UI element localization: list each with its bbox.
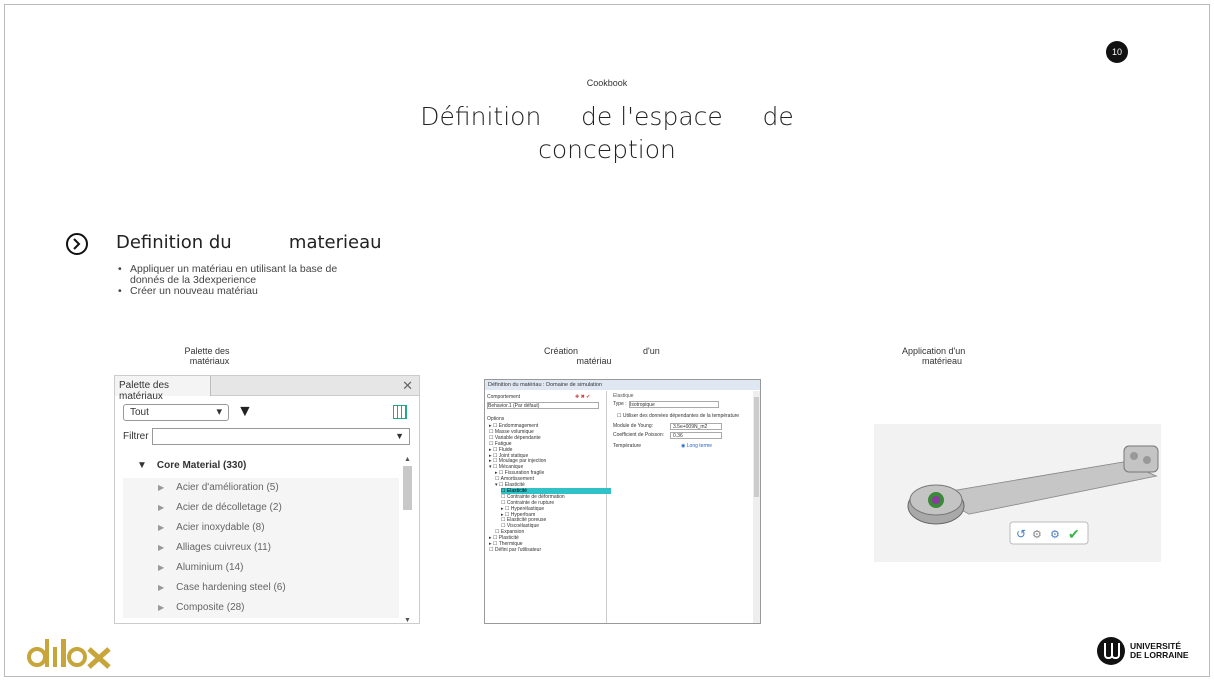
temp-dependent-label: Utiliser des données dépendantes de la t… [622, 413, 740, 419]
tree-item[interactable]: ▶ Aluminium (14) [123, 558, 399, 578]
tree-root[interactable]: ▼ Core Material (330) [123, 454, 399, 478]
poisson-input[interactable]: 0.36 [667, 432, 722, 439]
young-label: Module de Young: [613, 423, 654, 429]
ul-logo-text: UNIVERSITÉDE LORRAINE [1130, 641, 1189, 660]
logo-shape [53, 647, 57, 667]
tree-item[interactable]: ▶ Acier inoxydable (8) [123, 518, 399, 538]
filter-funnel-icon[interactable]: ▼ [237, 404, 253, 420]
add-delete-icons[interactable]: ✚ ✖ ✔ [575, 394, 590, 400]
slide-title: Définition de l'espace de conception [420, 102, 794, 164]
type-select[interactable]: Isotropique [629, 401, 719, 408]
tree-item[interactable]: ▶ Case hardening steel (6) [123, 578, 399, 598]
scroll-down-icon[interactable]: ▼ [404, 617, 411, 623]
tree-item-label: Acier d'amélioration (5) [176, 482, 279, 493]
tools-icon: ⚙ [1032, 529, 1042, 541]
bolt-hole [1130, 452, 1138, 460]
tree-item-label: Composite (28) [176, 602, 245, 613]
tree-item-label: Acier de décolletage (2) [176, 502, 282, 513]
ul-logo-line: DE LORRAINE [1130, 650, 1189, 660]
caption-creation: Création d'un matériau [544, 346, 660, 366]
ditex-logo [27, 639, 111, 669]
tree-item[interactable]: ▶ Composite (28) [123, 598, 399, 618]
caption-application: Application d'un matérieau [902, 346, 966, 366]
options-label: Options [487, 416, 505, 422]
part-hub-right [1123, 445, 1159, 473]
poisson-value: 0.36 [670, 432, 722, 439]
universite-lorraine-logo: UNIVERSITÉ DE LORRAINE [1097, 637, 1196, 665]
expand-right-icon[interactable]: ▶ [158, 523, 164, 532]
expand-right-icon[interactable]: ▶ [158, 483, 164, 492]
expand-right-icon[interactable]: ▶ [158, 583, 164, 592]
young-value: 3.5e+009N_m2 [670, 423, 722, 430]
temperature-label: Température [613, 443, 642, 449]
caption-palette: Palette des matériaux [184, 346, 230, 366]
type-label: Type : [613, 401, 627, 407]
dialog-right-pane: Elastique Type : Isotropique ☐ Utiliser … [611, 391, 760, 623]
logo-shape [61, 639, 66, 667]
elastique-label: Elastique [613, 393, 634, 399]
bullet-item: Créer un nouveau matériau [118, 286, 337, 298]
young-input[interactable]: 3.5e+009N_m2 [667, 423, 722, 430]
comportement-label: Comportement [487, 394, 521, 400]
expand-right-icon[interactable]: ▶ [158, 603, 164, 612]
dialog-scrollbar[interactable] [753, 391, 760, 623]
expand-right-icon[interactable]: ▶ [158, 563, 164, 572]
materials-palette: Palette des matériaux ✕ Tout ▼ Filtrer ▼… [114, 375, 420, 624]
ul-mark-icon [1097, 637, 1125, 665]
logo-shape [45, 639, 49, 667]
temp-dependent-checkbox[interactable]: ☐ Utiliser des données dépendantes de la… [617, 413, 739, 419]
close-icon[interactable]: ✕ [402, 378, 413, 394]
materials-tree: ▼ Core Material (330) ▶ Acier d'améliorati… [123, 454, 399, 618]
poisson-label: Coefficient de Poisson: [613, 432, 665, 438]
tree-item[interactable]: ▶ Acier d'amélioration (5) [123, 478, 399, 498]
expand-right-icon[interactable]: ▶ [158, 503, 164, 512]
section-title: Definition du materieau [116, 232, 382, 253]
palette-tab[interactable]: Palette des matériaux [115, 376, 211, 402]
category-select[interactable]: Tout [123, 404, 229, 421]
check-icon: ✔ [1068, 526, 1080, 542]
tree-item-label: Aluminium (14) [176, 562, 244, 573]
tree-item-label: Alliages cuivreux (11) [176, 542, 272, 553]
material-definition-dialog: Définition du matériau : Domaine de simu… [484, 379, 761, 624]
expand-right-icon[interactable]: ▶ [158, 543, 164, 552]
tree-item[interactable]: ▶ Alliages cuivreux (11) [123, 538, 399, 558]
bullet-list: Appliquer un matériau en utilisant la ba… [118, 264, 337, 298]
filter-input[interactable] [152, 428, 410, 445]
tree-item-label: Acier inoxydable (8) [176, 522, 265, 533]
application-screenshot: ↺ ⚙ ⚙ ✔ [874, 424, 1161, 562]
tree-item[interactable]: ▶ Acier de décolletage (2) [123, 498, 399, 518]
long-term-radio[interactable]: ◉ Long terme [681, 443, 712, 449]
dialog-title: Définition du matériau : Domaine de simu… [485, 380, 760, 390]
filter-label: Filtrer [123, 431, 149, 442]
expand-down-icon[interactable]: ▼ [137, 460, 147, 471]
logo-shape [67, 647, 87, 667]
dialog-scroll-thumb[interactable] [754, 397, 759, 497]
logo-shape [87, 647, 111, 669]
chevron-circle-icon [66, 233, 88, 255]
dialog-tree-label: Défini par l'utilisateur [494, 546, 542, 553]
kicker: Cookbook [586, 78, 628, 88]
scroll-thumb[interactable] [403, 466, 412, 510]
dialog-left-pane: Comportement ✚ ✖ ✔ Behavior.1 (Par défau… [485, 391, 611, 623]
tree-item-label: Case hardening steel (6) [176, 582, 286, 593]
undo-icon: ↺ [1016, 527, 1026, 541]
gear-icon: ⚙ [1050, 529, 1060, 541]
behavior-select[interactable]: Behavior.1 (Par défaut) [487, 402, 599, 409]
palette-header: Palette des matériaux ✕ [115, 376, 419, 402]
long-term-label: Long terme [686, 443, 713, 449]
palette-scrollbar[interactable]: ▲ ▼ [401, 456, 413, 623]
scroll-up-icon[interactable]: ▲ [404, 456, 411, 463]
grid-view-icon[interactable] [393, 405, 407, 419]
dialog-tree-item[interactable]: ☐ Défini par l'utilisateur [489, 547, 541, 553]
tree-root-label: Core Material (330) [156, 460, 247, 471]
highlight-marker-core [932, 496, 940, 504]
page-number: 10 [1106, 41, 1128, 63]
logo-shape [27, 647, 47, 667]
bolt-hole [1143, 456, 1151, 464]
